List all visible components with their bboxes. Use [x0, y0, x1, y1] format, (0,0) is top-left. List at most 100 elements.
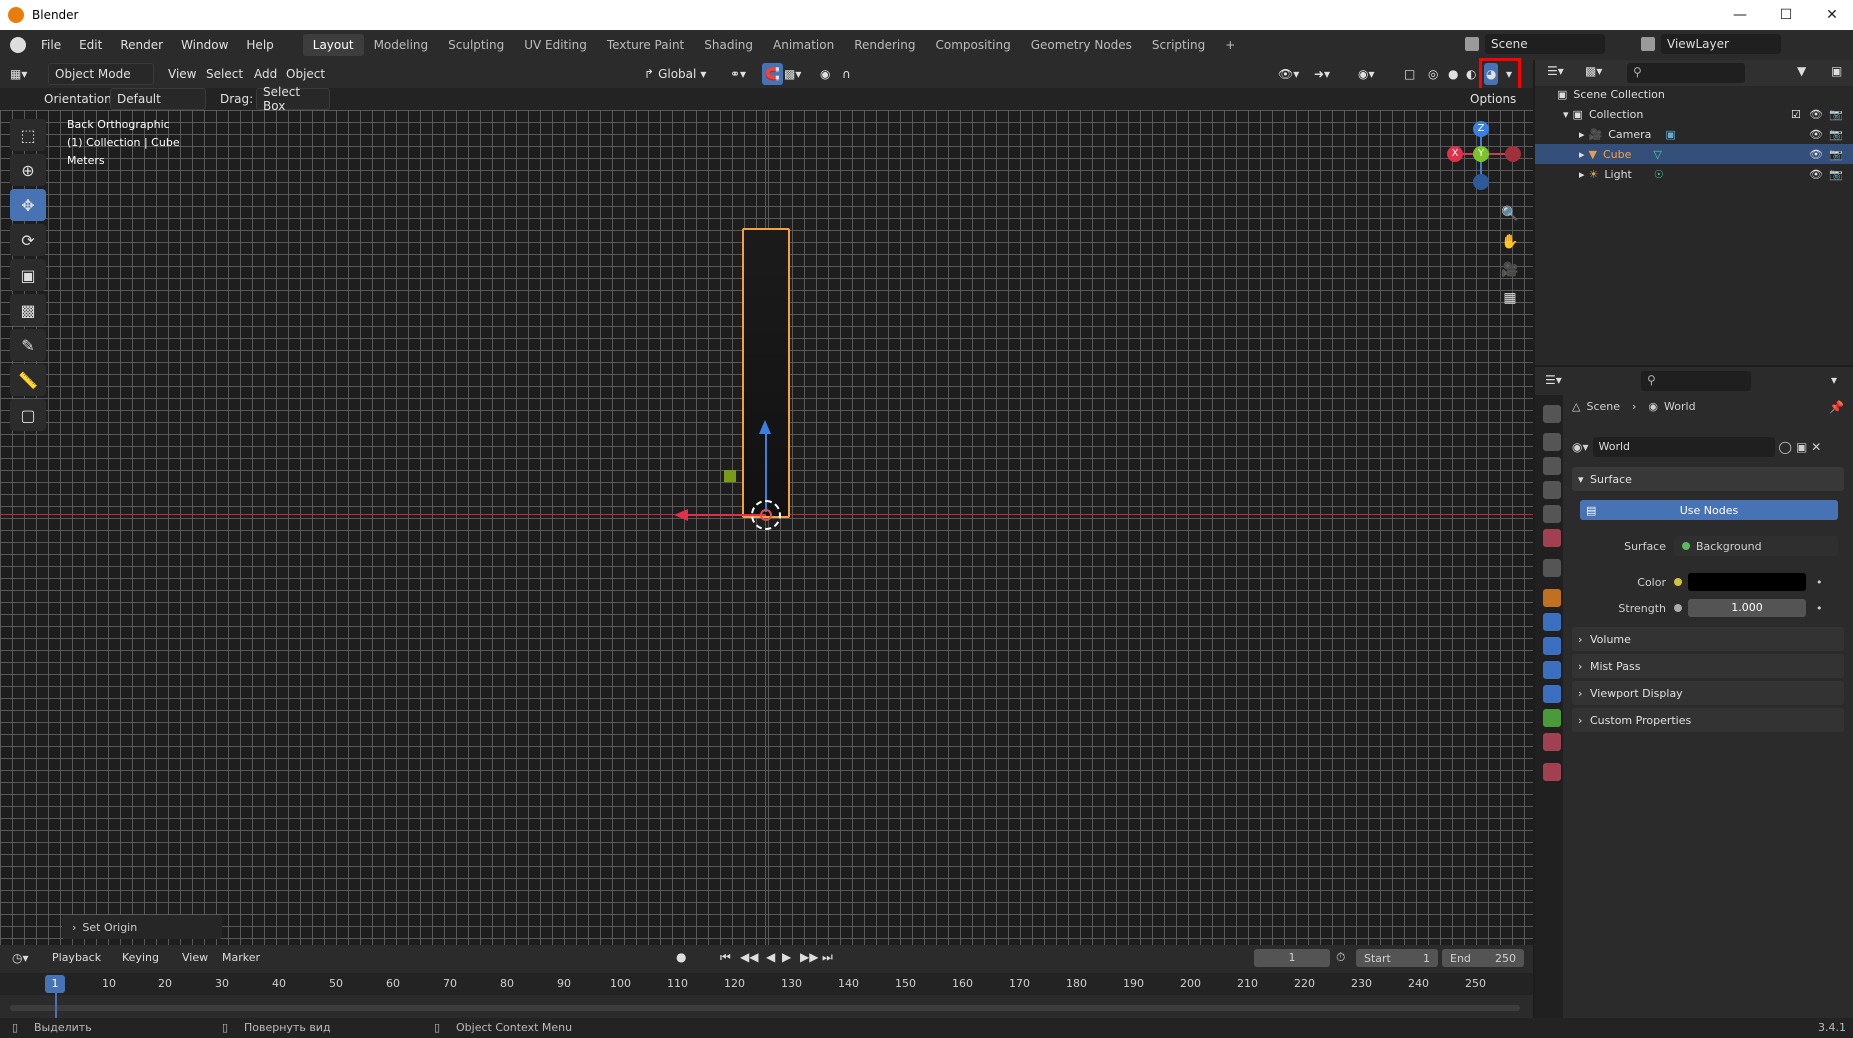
- tool-tab-icon[interactable]: [1543, 405, 1561, 423]
- editor-type-icon[interactable]: ▦▾: [10, 63, 38, 85]
- drag-selector[interactable]: Select Box: [256, 85, 330, 113]
- gizmo-icon[interactable]: ➜▾: [1314, 63, 1330, 85]
- jump-start-icon[interactable]: ⏮: [720, 950, 731, 965]
- rotate-tool-icon[interactable]: ⟳: [10, 224, 46, 256]
- play-icon[interactable]: ▶: [782, 950, 791, 964]
- timeline-editor-icon[interactable]: ◷▾: [12, 951, 29, 965]
- menu-window[interactable]: Window: [172, 38, 237, 52]
- measure-tool-icon[interactable]: 📏: [10, 364, 46, 396]
- light-eye-icon[interactable]: 👁: [1809, 168, 1823, 181]
- gizmo-x-icon[interactable]: X: [1447, 146, 1463, 162]
- cursor-tool-icon[interactable]: ⊕: [10, 154, 46, 186]
- menu-playback[interactable]: Playback: [52, 951, 101, 964]
- world-tab-icon[interactable]: [1543, 529, 1561, 547]
- outliner-item-camera[interactable]: ▸ 🎥 Camera ▣ 👁 📷: [1535, 124, 1853, 144]
- collection-checkbox[interactable]: ☑: [1791, 108, 1801, 121]
- pin-icon[interactable]: 📌: [1829, 400, 1844, 414]
- constraints-tab-icon[interactable]: [1543, 685, 1561, 703]
- outliner-item-light[interactable]: ▸ ☀ Light ☉ 👁 📷: [1535, 164, 1853, 184]
- use-nodes-button[interactable]: ▤ Use Nodes: [1580, 500, 1838, 520]
- collection-eye-icon[interactable]: 👁: [1809, 108, 1823, 121]
- menu-edit[interactable]: Edit: [70, 38, 111, 52]
- outliner-scene-collection[interactable]: ▣ Scene Collection: [1535, 84, 1853, 104]
- timeline-scrollbar[interactable]: [10, 1005, 1520, 1011]
- scale-tool-icon[interactable]: ▣: [10, 259, 46, 291]
- color-keyframe-icon[interactable]: •: [1816, 576, 1823, 589]
- view-layer-tab-icon[interactable]: [1543, 481, 1561, 499]
- cube-eye-icon[interactable]: 👁: [1809, 148, 1823, 161]
- menu-view[interactable]: View: [168, 63, 196, 85]
- xray-icon[interactable]: □: [1404, 63, 1415, 85]
- menu-keying[interactable]: Keying: [122, 951, 159, 964]
- menu-add[interactable]: Add: [254, 63, 277, 85]
- scene-selector[interactable]: Scene: [1485, 34, 1605, 54]
- minimize-button[interactable]: —: [1717, 0, 1763, 30]
- falloff-icon[interactable]: ∩: [842, 63, 851, 85]
- world-name-field[interactable]: World: [1592, 437, 1775, 457]
- camera-eye-icon[interactable]: 👁: [1809, 128, 1823, 141]
- light-render-icon[interactable]: 📷: [1829, 168, 1843, 181]
- texture-tab-icon[interactable]: [1543, 763, 1561, 781]
- filter-icon[interactable]: ▼: [1797, 64, 1806, 78]
- particles-tab-icon[interactable]: [1543, 637, 1561, 655]
- tab-shading[interactable]: Shading: [694, 34, 763, 56]
- modifier-tab-icon[interactable]: [1543, 613, 1561, 631]
- object-tab-icon[interactable]: [1543, 589, 1561, 607]
- properties-options-chevron-icon[interactable]: ▾: [1831, 373, 1837, 387]
- color-swatch[interactable]: [1688, 573, 1806, 591]
- outliner-search-input[interactable]: ⚲: [1627, 63, 1745, 83]
- menu-select[interactable]: Select: [206, 63, 243, 85]
- tab-compositing[interactable]: Compositing: [925, 34, 1020, 56]
- tab-geometry-nodes[interactable]: Geometry Nodes: [1021, 34, 1142, 56]
- current-frame-field[interactable]: 1: [1254, 949, 1330, 967]
- fake-user-icon[interactable]: ◯: [1779, 440, 1792, 454]
- proportional-edit-icon[interactable]: ◉: [820, 63, 830, 85]
- menu-file[interactable]: File: [32, 38, 70, 52]
- menu-marker[interactable]: Marker: [222, 951, 260, 964]
- scene-tab-icon[interactable]: [1543, 505, 1561, 523]
- orientation-selector[interactable]: Default: [110, 88, 206, 110]
- strength-field[interactable]: 1.000: [1688, 599, 1806, 617]
- volume-panel-header[interactable]: › Volume: [1572, 627, 1844, 651]
- tab-uv-editing[interactable]: UV Editing: [514, 34, 597, 56]
- maximize-button[interactable]: ☐: [1763, 0, 1809, 30]
- camera-render-icon[interactable]: 📷: [1829, 128, 1843, 141]
- tab-modeling[interactable]: Modeling: [364, 34, 439, 56]
- display-mode-icon[interactable]: ▩▾: [1585, 64, 1602, 78]
- overlay-icon[interactable]: ◉▾: [1358, 63, 1375, 85]
- data-tab-icon[interactable]: [1543, 709, 1561, 727]
- tab-scripting[interactable]: Scripting: [1142, 34, 1215, 56]
- record-icon[interactable]: ●: [676, 950, 686, 964]
- tab-sculpting[interactable]: Sculpting: [438, 34, 514, 56]
- play-reverse-icon[interactable]: ◀: [766, 950, 775, 964]
- world-browse-icon[interactable]: ◉▾: [1572, 440, 1589, 454]
- duplicate-icon[interactable]: ▣: [1796, 440, 1807, 454]
- navigation-gizmo[interactable]: Z X Y: [1435, 110, 1525, 200]
- physics-tab-icon[interactable]: [1543, 661, 1561, 679]
- tab-layout[interactable]: Layout: [302, 34, 364, 56]
- strength-keyframe-icon[interactable]: •: [1816, 602, 1823, 615]
- select-box-tool-icon[interactable]: ⬚: [10, 119, 46, 151]
- mode-selector[interactable]: Object Mode: [48, 63, 154, 85]
- z-arrow-head-icon[interactable]: [759, 420, 771, 434]
- properties-editor-icon[interactable]: ☰▾: [1545, 373, 1562, 387]
- surface-shader-selector[interactable]: Background: [1674, 536, 1838, 556]
- tab-texture-paint[interactable]: Texture Paint: [597, 34, 694, 56]
- prev-keyframe-icon[interactable]: ◀◀: [740, 950, 758, 964]
- new-collection-icon[interactable]: ▣: [1831, 64, 1842, 78]
- collection-tab-icon[interactable]: [1543, 559, 1561, 577]
- properties-search-input[interactable]: ⚲: [1641, 371, 1751, 391]
- material-tab-icon[interactable]: [1543, 733, 1561, 751]
- menu-timeline-view[interactable]: View: [182, 951, 208, 964]
- mist-pass-panel-header[interactable]: › Mist Pass: [1572, 654, 1844, 678]
- plane-handle-icon[interactable]: [724, 470, 736, 482]
- viewport-display-panel-header[interactable]: › Viewport Display: [1572, 681, 1844, 705]
- tab-rendering[interactable]: Rendering: [844, 34, 925, 56]
- material-shading-icon[interactable]: ◐: [1466, 63, 1476, 85]
- gizmo-neg-x-icon[interactable]: [1505, 146, 1521, 162]
- custom-properties-panel-header[interactable]: › Custom Properties: [1572, 708, 1844, 732]
- end-frame-field[interactable]: End 250: [1442, 949, 1524, 967]
- render-tab-icon[interactable]: [1543, 433, 1561, 451]
- gizmo-z-icon[interactable]: Z: [1473, 121, 1489, 137]
- solid-shading-icon[interactable]: ●: [1448, 63, 1458, 85]
